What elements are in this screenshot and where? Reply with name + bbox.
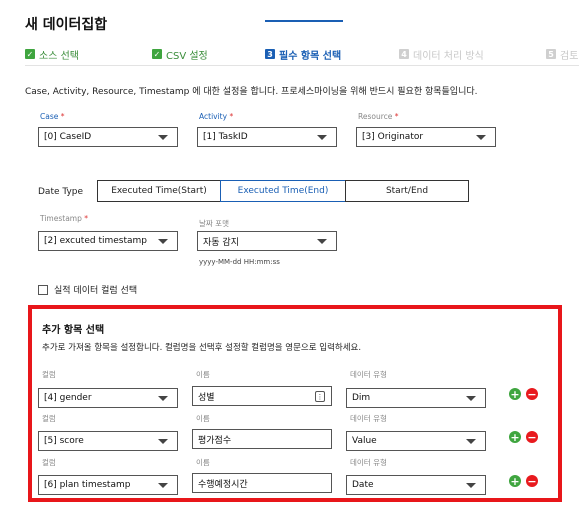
type-label: 데이터 유형 bbox=[350, 414, 387, 423]
select-value: Dim bbox=[352, 393, 371, 403]
check-icon: ✓ bbox=[25, 49, 35, 59]
select-value: Date bbox=[352, 480, 374, 490]
step-required-fields[interactable]: 3 필수 항목 선택 bbox=[265, 44, 341, 64]
name-label: 이름 bbox=[196, 370, 210, 379]
remove-row-button[interactable]: − bbox=[526, 388, 538, 400]
section-description: Case, Activity, Resource, Timestamp 에 대한… bbox=[25, 87, 478, 97]
date-type-end-option[interactable]: Executed Time(End) bbox=[220, 180, 346, 202]
select-value: Value bbox=[352, 436, 377, 446]
activity-select[interactable]: [1] TaskID bbox=[197, 127, 337, 147]
checkbox-label: 실적 데이터 컬럼 선택 bbox=[54, 286, 138, 296]
chevron-down-icon bbox=[158, 396, 168, 401]
additional-name-input[interactable]: 성별 ⋮ bbox=[192, 386, 332, 406]
step-number-badge: 3 bbox=[265, 49, 275, 59]
resource-label: Resource * bbox=[358, 112, 399, 121]
additional-column-select[interactable]: [6] plan timestamp bbox=[38, 475, 178, 495]
step-label: 데이터 처리 방식 bbox=[413, 50, 484, 62]
select-value: [4] gender bbox=[44, 393, 92, 403]
step-review[interactable]: 5 검토 bbox=[546, 44, 578, 64]
wizard-steps: ✓ 소스 선택 ✓ CSV 설정 3 필수 항목 선택 4 데이터 처리 방식 … bbox=[25, 44, 579, 64]
column-label: 컬럼 bbox=[42, 370, 56, 379]
date-format-select-value: 자동 감지 bbox=[203, 237, 239, 248]
step-csv-settings[interactable]: ✓ CSV 설정 bbox=[152, 44, 208, 64]
type-label: 데이터 유형 bbox=[350, 458, 387, 467]
add-row-button[interactable]: + bbox=[509, 475, 521, 487]
activity-label: Activity * bbox=[199, 112, 234, 121]
type-label: 데이터 유형 bbox=[350, 370, 387, 379]
panel-title: 추가 항목 선택 bbox=[42, 325, 105, 336]
chevron-down-icon bbox=[317, 239, 327, 244]
timestamp-label: Timestamp * bbox=[40, 214, 89, 223]
date-type-startend-option[interactable]: Start/End bbox=[345, 180, 469, 202]
additional-name-input[interactable]: 평가점수 bbox=[192, 429, 332, 449]
remove-row-button[interactable]: − bbox=[526, 475, 538, 487]
chevron-down-icon bbox=[466, 483, 476, 488]
date-format-hint: yyyy-MM-dd HH:mm:ss bbox=[199, 258, 280, 266]
step-label: CSV 설정 bbox=[166, 50, 208, 62]
step-number-badge: 4 bbox=[399, 49, 409, 59]
name-label: 이름 bbox=[196, 414, 210, 423]
date-format-label: 날짜 포맷 bbox=[199, 219, 229, 228]
step-label: 필수 항목 선택 bbox=[279, 50, 342, 62]
column-label: 컬럼 bbox=[42, 458, 56, 467]
activity-select-value: [1] TaskID bbox=[203, 132, 248, 142]
additional-type-select[interactable]: Date bbox=[346, 475, 486, 495]
date-type-label: Date Type bbox=[38, 187, 84, 197]
additional-items-panel: 추가 항목 선택 추가로 가져올 항목을 설정합니다. 컬럼명을 선택후 설정할… bbox=[28, 305, 562, 502]
case-select[interactable]: [0] CaseID bbox=[38, 127, 178, 147]
additional-type-select[interactable]: Dim bbox=[346, 388, 486, 408]
chevron-down-icon bbox=[158, 239, 168, 244]
add-row-button[interactable]: + bbox=[509, 388, 521, 400]
chevron-down-icon bbox=[158, 135, 168, 140]
resource-select-value: [3] Originator bbox=[362, 132, 424, 142]
timestamp-select[interactable]: [2] excuted timestamp bbox=[38, 231, 178, 251]
chevron-down-icon bbox=[158, 439, 168, 444]
checkbox[interactable] bbox=[38, 284, 48, 295]
step-label: 소스 선택 bbox=[39, 50, 79, 62]
chevron-down-icon bbox=[476, 135, 486, 140]
name-label: 이름 bbox=[196, 458, 210, 467]
chevron-down-icon bbox=[158, 483, 168, 488]
date-type-start-option[interactable]: Executed Time(Start) bbox=[97, 180, 221, 202]
column-label: 컬럼 bbox=[42, 414, 56, 423]
keyboard-icon[interactable]: ⋮ bbox=[315, 391, 325, 402]
step-source-select[interactable]: ✓ 소스 선택 bbox=[25, 44, 79, 64]
actual-data-column-checkbox-row[interactable]: 실적 데이터 컬럼 선택 bbox=[38, 283, 137, 296]
active-step-indicator bbox=[265, 20, 343, 22]
resource-select[interactable]: [3] Originator bbox=[356, 127, 496, 147]
date-format-select[interactable]: 자동 감지 bbox=[197, 231, 337, 251]
timestamp-select-value: [2] excuted timestamp bbox=[44, 236, 147, 246]
page-title: 새 데이터집합 bbox=[25, 17, 108, 33]
remove-row-button[interactable]: − bbox=[526, 431, 538, 443]
chevron-down-icon bbox=[466, 396, 476, 401]
select-value: [5] score bbox=[44, 436, 84, 446]
step-data-processing[interactable]: 4 데이터 처리 방식 bbox=[399, 44, 484, 64]
additional-column-select[interactable]: [5] score bbox=[38, 431, 178, 451]
case-label: Case * bbox=[40, 112, 65, 121]
case-select-value: [0] CaseID bbox=[44, 132, 92, 142]
panel-description: 추가로 가져올 항목을 설정합니다. 컬럼명을 선택후 설정할 컬럼명을 영문으… bbox=[42, 343, 362, 353]
additional-type-select[interactable]: Value bbox=[346, 431, 486, 451]
input-value: 평가점수 bbox=[198, 435, 232, 446]
input-value: 수행예정시간 bbox=[198, 479, 248, 490]
chevron-down-icon bbox=[317, 135, 327, 140]
select-value: [6] plan timestamp bbox=[44, 480, 131, 490]
divider bbox=[25, 65, 579, 66]
step-label: 검토 bbox=[560, 50, 579, 62]
additional-column-select[interactable]: [4] gender bbox=[38, 388, 178, 408]
check-icon: ✓ bbox=[152, 49, 162, 59]
add-row-button[interactable]: + bbox=[509, 431, 521, 443]
step-number-badge: 5 bbox=[546, 49, 556, 59]
chevron-down-icon bbox=[466, 439, 476, 444]
input-value: 성별 bbox=[198, 392, 215, 403]
additional-name-input[interactable]: 수행예정시간 bbox=[192, 473, 332, 493]
